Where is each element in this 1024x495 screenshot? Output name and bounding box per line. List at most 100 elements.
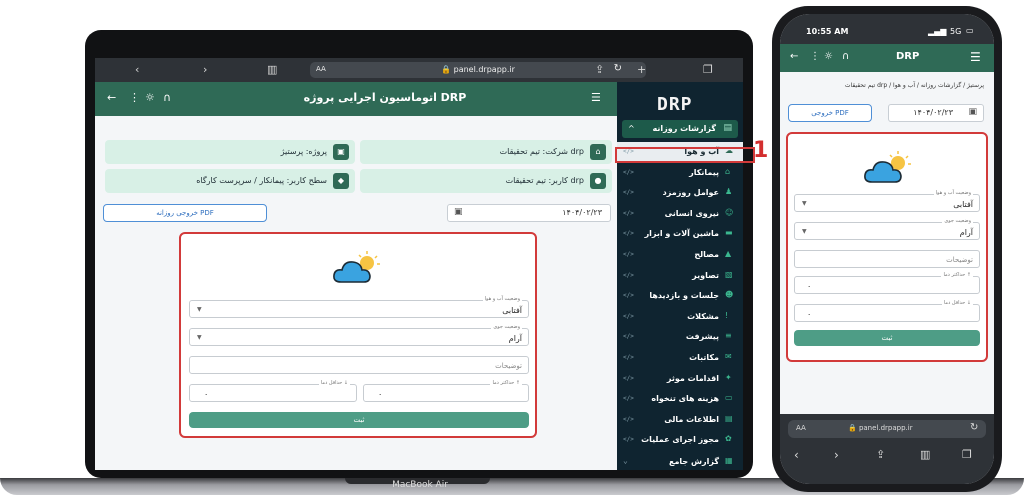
sidebar-item[interactable]: </> پیمانکار ⌂ bbox=[617, 163, 743, 184]
sidebar-item[interactable]: </> جلسات و بازدیدها ☻ bbox=[617, 286, 743, 307]
share-icon[interactable]: ⇪ bbox=[595, 63, 604, 76]
code-icon: </> bbox=[623, 189, 634, 197]
laptop-screen: ‹ › ▥ AA 🔒 panel.drpapp.ir ↻ ⇪ + ❐ ← ⋮ ☼… bbox=[95, 58, 743, 470]
forward-icon[interactable]: › bbox=[834, 448, 839, 462]
phone-app-header: ← ⋮ ☼ ∩ DRP ☰ bbox=[780, 44, 994, 72]
sidebar-item[interactable]: </> اطلاعات مالی ▤ bbox=[617, 410, 743, 431]
sidebar-item[interactable]: </> اقدامات موثر ✦ bbox=[617, 369, 743, 390]
daily-pdf-export-button[interactable]: خروجی روزانه PDF bbox=[103, 204, 267, 222]
share-icon[interactable]: ⇪ bbox=[876, 448, 885, 461]
user-level-card: ◆ سطح کاربر: پیمانکار / سرپرست کارگاه bbox=[105, 169, 355, 193]
code-icon: </> bbox=[623, 230, 634, 238]
comprehensive-report-icon: ▦ bbox=[725, 456, 733, 465]
phone-pdf-export-button[interactable]: خروجی PDF bbox=[788, 104, 872, 122]
weather-status-select[interactable]: وضعیت آب و هوا آفتابی ▼ bbox=[189, 296, 529, 318]
sidebar-item[interactable]: </> مجوز اجرای عملیات ✿ bbox=[617, 430, 743, 451]
back-arrow-icon[interactable]: ← bbox=[790, 51, 798, 62]
sidebar-item[interactable]: </> نیروی انسانی ☺ bbox=[617, 204, 743, 225]
sidebar-item[interactable]: </> تصاویر ▧ bbox=[617, 266, 743, 287]
menu-icon[interactable]: ☰ bbox=[591, 91, 601, 104]
min-temp-input[interactable]: حداقل دما ↓ ۰ bbox=[189, 380, 357, 402]
network-label: 5G bbox=[950, 27, 962, 36]
sidebar-item[interactable]: </> ماشین آلات و ابزار ▬ bbox=[617, 224, 743, 245]
app-header: ← ⋮ ☼ ∩ اتوماسیون اجرایی پروژه DRP ☰ bbox=[95, 82, 617, 116]
sidebar-item[interactable]: </> مصالح ▲ bbox=[617, 245, 743, 266]
more-vert-icon[interactable]: ⋮ bbox=[129, 91, 140, 104]
sidebar-item-icon: ▬ bbox=[725, 228, 733, 238]
theme-sun-icon[interactable]: ☼ bbox=[824, 51, 833, 62]
breadcrumb: تیم تحقیقات drp / پرستیژ / گزارشات روزان… bbox=[844, 82, 984, 89]
date-value: ۱۴۰۴/۰۲/۲۳ bbox=[562, 208, 602, 217]
air-status-select[interactable]: وضعیت جوی آرام ▼ bbox=[189, 324, 529, 346]
bookmarks-icon[interactable]: ▥ bbox=[267, 63, 277, 76]
back-icon[interactable]: ‹ bbox=[794, 448, 799, 462]
sidebar-item-label: اطلاعات مالی bbox=[664, 414, 719, 424]
code-icon: </> bbox=[623, 271, 634, 279]
code-icon: </> bbox=[623, 354, 634, 361]
back-icon[interactable]: ‹ bbox=[135, 63, 139, 76]
sidebar-item-icon: ≡ bbox=[725, 331, 732, 341]
phone-air-status-select[interactable]: وضعیت جوی آرام ▼ bbox=[794, 218, 980, 240]
sidebar-item-label: هزینه های تنخواه bbox=[651, 394, 719, 404]
code-icon: </> bbox=[623, 209, 634, 217]
sidebar-item-icon: ▧ bbox=[725, 269, 733, 279]
reader-aa-button[interactable]: AA bbox=[796, 424, 806, 432]
bookmarks-icon[interactable]: ▥ bbox=[920, 448, 930, 461]
sidebar-item-label: نیروی انسانی bbox=[664, 208, 719, 218]
reload-icon[interactable]: ↻ bbox=[614, 63, 622, 74]
menu-icon[interactable]: ☰ bbox=[970, 50, 981, 64]
code-icon: </> bbox=[623, 312, 634, 320]
code-icon: </> bbox=[623, 415, 634, 423]
new-tab-icon[interactable]: + bbox=[637, 63, 646, 76]
sidebar-section-label: گزارشات روزانه bbox=[652, 124, 716, 133]
company-card: ⌂ شرکت: تیم تحقیقات drp bbox=[360, 140, 612, 164]
headset-icon[interactable]: ∩ bbox=[163, 91, 171, 104]
tabs-icon[interactable]: ❐ bbox=[703, 63, 713, 76]
tabs-icon[interactable]: ❐ bbox=[962, 448, 972, 461]
headset-icon[interactable]: ∩ bbox=[842, 51, 849, 62]
submit-button[interactable]: ثبت bbox=[189, 412, 529, 428]
caret-down-icon: ▼ bbox=[197, 334, 202, 341]
project-card: ▣ پروژه: پرستیژ bbox=[105, 140, 355, 164]
date-picker[interactable]: ۱۴۰۴/۰۲/۲۳ ▣ bbox=[447, 204, 611, 222]
chevron-up-icon: ^ bbox=[628, 124, 635, 133]
description-input[interactable]: توضیحات bbox=[189, 356, 529, 374]
sidebar-item-label: تصاویر bbox=[692, 270, 719, 280]
sidebar-item-icon: ▲ bbox=[725, 249, 732, 258]
sidebar-item[interactable]: </> پیشرفت ≡ bbox=[617, 327, 743, 348]
back-arrow-icon[interactable]: ← bbox=[107, 91, 116, 104]
calendar-icon[interactable]: ▣ bbox=[454, 207, 463, 217]
phone-description-input[interactable]: توضیحات bbox=[794, 250, 980, 268]
theme-sun-icon[interactable]: ☼ bbox=[145, 91, 155, 104]
sidebar-item-label: مکاتبات bbox=[689, 353, 719, 362]
more-vert-icon[interactable]: ⋮ bbox=[810, 51, 820, 62]
sidebar-item-icon: ✿ bbox=[725, 434, 732, 444]
phone-date-picker[interactable]: ۱۴۰۴/۰۲/۲۳ ▣ bbox=[888, 104, 984, 122]
weather-cloud-sun-icon bbox=[333, 251, 380, 283]
max-temp-input[interactable]: حداکثر دما ↑ ۰ bbox=[363, 380, 529, 402]
calendar-icon[interactable]: ▣ bbox=[968, 107, 977, 117]
reload-icon[interactable]: ↻ bbox=[970, 422, 978, 433]
sidebar-section-daily-reports[interactable]: ^ گزارشات روزانه ▤ bbox=[622, 120, 738, 138]
forward-icon[interactable]: › bbox=[203, 63, 207, 76]
sidebar-item[interactable]: </> مشکلات! bbox=[617, 307, 743, 328]
phone-submit-button[interactable]: ثبت bbox=[794, 330, 980, 346]
signal-icon: ▂▄▆ bbox=[928, 27, 947, 36]
sidebar-item-icon: ▭ bbox=[725, 393, 733, 403]
code-icon: </> bbox=[623, 436, 634, 444]
sidebar-item[interactable]: </> عوامل روزمزد ♟ bbox=[617, 183, 743, 204]
sidebar-item-label: عوامل روزمزد bbox=[662, 188, 719, 198]
sidebar-item-icon: ♟ bbox=[725, 187, 733, 197]
sidebar-item[interactable]: </> هزینه های تنخواه ▭ bbox=[617, 389, 743, 410]
phone-max-temp-input[interactable]: حداکثر دما ↑ ۰ bbox=[794, 272, 980, 294]
sidebar: DRP ^ گزارشات روزانه ▤ </> آب و هوا ☁ </> پی… bbox=[617, 82, 743, 470]
phone-status-bar: 10:55 AM ▂▄▆ 5G ▭ bbox=[780, 14, 994, 44]
phone-weather-status-select[interactable]: وضعیت آب و هوا آفتابی ▼ bbox=[794, 190, 980, 212]
phone-address-bar[interactable]: AA 🔒 panel.drpapp.ir ↻ bbox=[788, 420, 986, 438]
sidebar-item[interactable]: </> مکاتبات ✉ bbox=[617, 348, 743, 369]
sidebar-item-comprehensive-report[interactable]: ⌄ گزارش جامع ▦ bbox=[617, 452, 743, 470]
sidebar-item-icon: ☻ bbox=[725, 290, 734, 300]
phone-min-temp-input[interactable]: حداقل دما ↓ ۰ bbox=[794, 300, 980, 322]
project-icon: ▣ bbox=[333, 144, 349, 160]
app-title: اتوماسیون اجرایی پروژه DRP bbox=[303, 91, 467, 104]
